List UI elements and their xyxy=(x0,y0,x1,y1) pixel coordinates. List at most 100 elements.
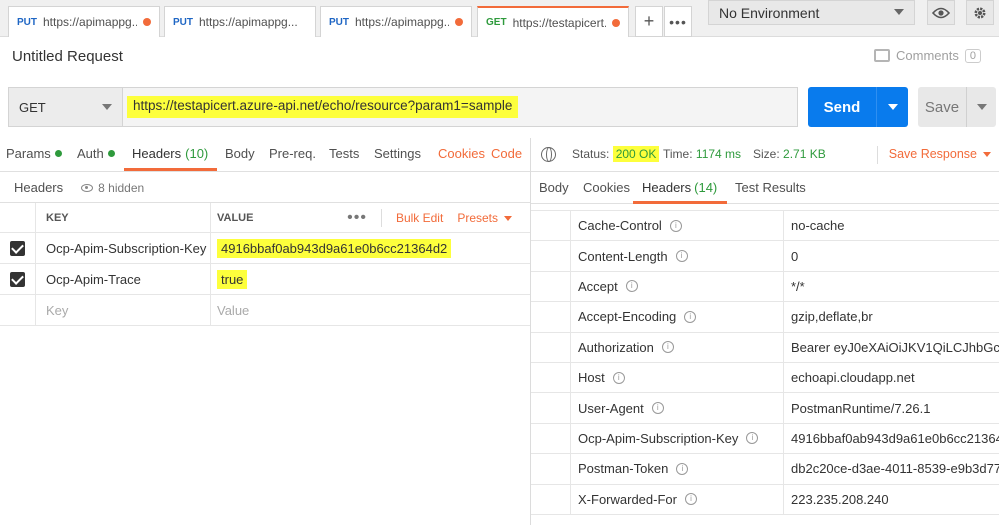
tab-auth-label: Auth xyxy=(77,146,104,161)
save-response-dropdown[interactable]: Save Response xyxy=(889,147,991,161)
response-header-key: User-Agent i xyxy=(578,393,783,422)
info-icon[interactable]: i xyxy=(669,219,682,232)
code-link[interactable]: Code xyxy=(491,146,522,161)
tab-headers-label: Headers xyxy=(132,146,182,161)
tab-headers[interactable]: Headers (10) xyxy=(132,146,208,161)
table-row: Postman-Token i db2c20ce-d3ae-4011-8539-e… xyxy=(531,454,999,485)
globe-icon[interactable] xyxy=(541,147,556,162)
info-icon[interactable]: i xyxy=(625,280,638,293)
tab-prereq[interactable]: Pre-req. xyxy=(269,146,316,161)
row-gutter xyxy=(531,332,571,362)
request-title[interactable]: Untitled Request xyxy=(12,48,123,65)
unsaved-dot-icon xyxy=(455,18,463,26)
save-button[interactable]: Save xyxy=(918,87,996,127)
status: Status: 200 OK xyxy=(572,146,660,162)
response-header-key-text: Content-Length xyxy=(578,248,668,264)
environment-select[interactable]: No Environment xyxy=(708,0,915,25)
size-value[interactable]: 2.71 KB xyxy=(783,147,826,161)
request-tab-1[interactable]: PUT https://apimappg... xyxy=(8,6,160,37)
response-header-key-text: Host xyxy=(578,370,605,386)
active-dot-icon xyxy=(54,150,62,157)
send-button[interactable]: Send xyxy=(808,87,908,127)
table-row: Content-Length i 0 xyxy=(531,241,999,272)
send-options-chevron-icon[interactable] xyxy=(876,87,908,127)
response-header-value: PostmanRuntime/7.26.1 xyxy=(783,393,999,423)
ellipsis-icon[interactable]: ••• xyxy=(664,6,692,37)
unsaved-dot-icon xyxy=(143,18,151,26)
tools-divider xyxy=(380,209,382,227)
info-icon[interactable]: i xyxy=(661,341,674,354)
status-value[interactable]: 200 OK xyxy=(612,146,660,162)
bulk-edit-button[interactable]: Bulk Edit xyxy=(396,211,443,225)
table-tools: ••• Bulk Edit Presets xyxy=(347,203,512,233)
row-gutter xyxy=(531,302,571,332)
more-options-icon[interactable]: ••• xyxy=(347,209,367,227)
row-checkbox[interactable] xyxy=(0,233,36,263)
info-icon[interactable]: i xyxy=(684,310,697,323)
gear-icon[interactable] xyxy=(966,0,994,25)
comments-label: Comments xyxy=(896,48,959,63)
response-tab-test-results[interactable]: Test Results xyxy=(735,180,806,195)
table-row: Ocp-Apim-Trace true xyxy=(0,264,530,295)
save-options-chevron-icon[interactable] xyxy=(966,87,996,127)
row-checkbox[interactable] xyxy=(0,264,36,294)
row-gutter xyxy=(531,241,571,271)
chevron-down-icon xyxy=(504,216,512,221)
tab-url: https://apimappg... xyxy=(199,15,298,29)
row-gutter xyxy=(531,454,571,484)
request-tab-4-active[interactable]: GET https://testapicert... xyxy=(477,6,629,37)
cookies-link[interactable]: Cookies xyxy=(438,146,485,161)
eye-icon[interactable] xyxy=(927,0,955,25)
response-tab-body[interactable]: Body xyxy=(539,180,569,195)
response-tab-cookies[interactable]: Cookies xyxy=(583,180,630,195)
comments-button[interactable]: Comments 0 xyxy=(874,48,981,63)
checkbox-checked-icon xyxy=(10,271,25,287)
info-icon[interactable]: i xyxy=(684,493,697,506)
response-header-key: Content-Length i xyxy=(578,241,783,270)
new-value-input[interactable]: Value xyxy=(210,295,530,325)
header-key-input[interactable]: Ocp-Apim-Trace xyxy=(46,264,206,294)
header-value-input[interactable]: true xyxy=(210,264,530,294)
response-headers-table: Cache-Control i no-cache Content-Length i … xyxy=(531,211,999,515)
save-response-label: Save Response xyxy=(888,147,977,161)
tab-url: https://apimappg... xyxy=(43,15,137,29)
chevron-down-icon xyxy=(102,104,112,110)
response-tab-headers[interactable]: Headers (14) xyxy=(642,180,717,195)
info-icon[interactable]: i xyxy=(746,432,759,445)
method-select[interactable]: GET xyxy=(9,88,123,126)
hidden-headers-toggle[interactable]: 8 hidden xyxy=(81,181,144,195)
tab-auth[interactable]: Auth xyxy=(77,146,115,161)
info-icon[interactable]: i xyxy=(676,462,689,475)
request-tab-3[interactable]: PUT https://apimappg... xyxy=(320,6,472,37)
info-icon[interactable]: i xyxy=(651,402,664,415)
tab-body[interactable]: Body xyxy=(225,146,255,161)
url-input[interactable]: https://testapicert.azure-api.net/echo/r… xyxy=(127,96,519,118)
header-value-text: 4916bbaf0ab943d9a61e0b6cc21364d2 xyxy=(217,238,452,258)
size-label: Size: xyxy=(753,147,780,161)
response-header-key: Postman-Token i xyxy=(578,454,783,483)
method-label: GET xyxy=(486,17,507,28)
new-key-input[interactable]: Key xyxy=(46,295,206,325)
response-header-key: Authorization i xyxy=(578,333,783,362)
table-row: User-Agent i PostmanRuntime/7.26.1 xyxy=(531,393,999,424)
time-value[interactable]: 1174 ms xyxy=(696,147,741,161)
table-row: Ocp-Apim-Subscription-Key i 4916bbaf0ab94… xyxy=(531,423,999,455)
presets-dropdown[interactable]: Presets xyxy=(457,211,512,225)
time: Time: 1174 ms xyxy=(663,147,741,161)
header-key-input[interactable]: Ocp-Apim-Subscription-Key xyxy=(46,233,206,263)
info-icon[interactable]: i xyxy=(612,371,625,384)
tab-headers-count: (10) xyxy=(185,146,209,161)
row-gutter xyxy=(531,211,571,241)
tab-params[interactable]: Params xyxy=(6,146,62,161)
header-value-input[interactable]: 4916bbaf0ab943d9a61e0b6cc21364d2 xyxy=(210,233,530,263)
request-tab-2[interactable]: PUT https://apimappg... xyxy=(164,6,316,37)
active-tab-indicator xyxy=(124,168,217,171)
info-icon[interactable]: i xyxy=(675,250,688,263)
request-tabs: Params Auth Headers (10) Body Pre-req. Te… xyxy=(0,138,530,172)
tab-params-label: Params xyxy=(6,146,51,161)
plus-icon[interactable]: + xyxy=(635,6,663,37)
table-row: Authorization i Bearer eyJ0eXAiOiJKV1QiLC… xyxy=(531,332,999,363)
tab-tests[interactable]: Tests xyxy=(329,146,359,161)
response-header-key-text: Accept xyxy=(578,278,618,294)
tab-settings[interactable]: Settings xyxy=(374,146,421,161)
